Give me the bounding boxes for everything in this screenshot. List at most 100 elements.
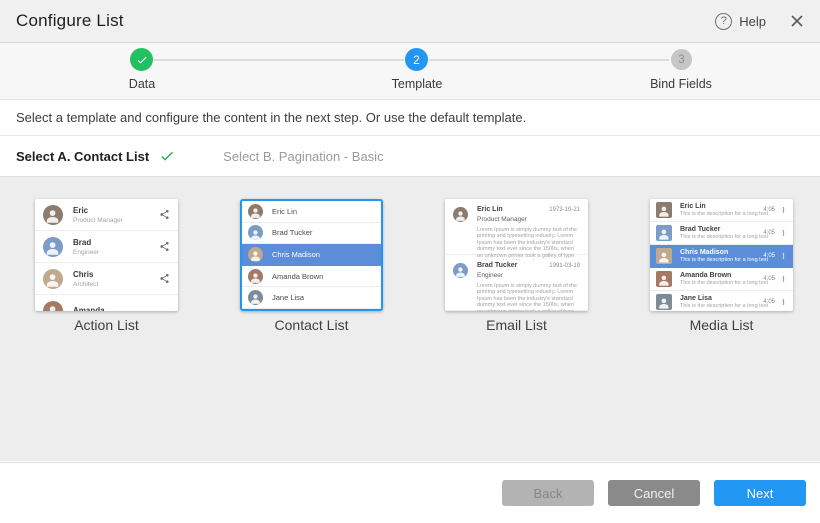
list-item: Chris Architect [35, 263, 178, 295]
contact-name: Brad [73, 238, 99, 247]
media-description: This is the description for a long text [680, 280, 763, 286]
contact-role: Product Manager [73, 217, 123, 224]
list-item: Brad Tucker 1991-03-19 Engineer Lorem Ip… [445, 255, 588, 311]
avatar [248, 269, 263, 284]
contact-name: Jane Lisa [680, 295, 763, 302]
cancel-button[interactable]: Cancel [608, 480, 700, 506]
check-icon [136, 54, 148, 66]
avatar [43, 301, 63, 312]
media-time: 4:05 [763, 230, 775, 236]
next-button[interactable]: Next [714, 480, 806, 506]
avatar [656, 294, 672, 310]
kebab-menu-icon [780, 274, 787, 284]
help-icon[interactable]: ? [715, 13, 732, 30]
contact-name: Brad Tucker [477, 262, 517, 269]
contact-name: Brad Tucker [680, 226, 763, 233]
list-item-selected: Chris Madison [242, 244, 381, 266]
titlebar: Configure List ? Help [0, 0, 820, 43]
contact-name: Eric Lin [272, 207, 297, 216]
step-template-circle[interactable]: 2 [405, 48, 428, 71]
template-card-media-list[interactable]: Eric LinThis is the description for a lo… [650, 199, 793, 333]
avatar [43, 237, 63, 257]
list-item: Eric Product Manager [35, 199, 178, 231]
contact-role: Engineer [73, 249, 99, 256]
step-template-label[interactable]: Template [392, 77, 443, 91]
back-button[interactable]: Back [502, 480, 594, 506]
action-list-preview: Eric Product Manager Brad Engineer Chris Ar… [35, 199, 178, 311]
avatar [248, 247, 263, 262]
step-bind-fields-circle[interactable]: 3 [671, 49, 692, 70]
template-card-email-list[interactable]: Eric Lin 1973-10-21 Product Manager Lore… [445, 199, 588, 333]
contact-name: Eric Lin [477, 206, 503, 213]
list-item: Jane LisaThis is the description for a l… [650, 291, 793, 311]
list-item: Amanda Brown [242, 266, 381, 288]
stepper-connector [154, 59, 404, 61]
titlebar-actions: ? Help [715, 13, 804, 30]
select-a-tab[interactable]: Select A. Contact List [16, 149, 149, 164]
email-list-preview: Eric Lin 1973-10-21 Product Manager Lore… [445, 199, 588, 311]
list-item: Eric Lin 1973-10-21 Product Manager Lore… [445, 199, 588, 255]
contact-role: Product Manager [477, 216, 580, 223]
media-description: This is the description for a long text [680, 257, 763, 263]
template-label: Media List [650, 317, 793, 333]
step-bind-fields-label[interactable]: Bind Fields [650, 77, 712, 91]
template-card-action-list[interactable]: Eric Product Manager Brad Engineer Chris Ar… [35, 199, 178, 333]
avatar [43, 205, 63, 225]
email-date: 1973-10-21 [549, 207, 580, 213]
instruction-text: Select a template and configure the cont… [0, 100, 820, 136]
template-label: Action List [35, 317, 178, 333]
media-time: 4:05 [763, 207, 775, 213]
close-icon[interactable] [790, 14, 804, 28]
contact-name: Chris Madison [272, 250, 320, 259]
selection-row: Select A. Contact List Select B. Paginat… [0, 136, 820, 177]
avatar [453, 263, 468, 278]
page-title: Configure List [16, 11, 124, 31]
avatar [656, 225, 672, 241]
list-item: Amanda BrownThis is the description for … [650, 268, 793, 291]
list-item: Amanda [35, 295, 178, 311]
contact-role: Engineer [477, 272, 580, 279]
media-time: 4:05 [763, 253, 775, 259]
avatar [248, 204, 263, 219]
help-button[interactable]: Help [739, 14, 766, 29]
contact-name: Eric [73, 206, 123, 215]
share-icon [159, 273, 170, 284]
media-time: 4:05 [763, 299, 775, 305]
avatar [248, 290, 263, 305]
share-icon [159, 241, 170, 252]
list-item-selected: Chris MadisonThis is the description for… [650, 245, 793, 268]
contact-name: Brad Tucker [272, 228, 312, 237]
kebab-menu-icon [780, 228, 787, 238]
email-body: Lorem Ipsum is simply dummy text of the … [477, 227, 580, 260]
contact-role: Architect [73, 281, 98, 288]
footer: Back Cancel Next [0, 462, 820, 523]
template-gallery: Eric Product Manager Brad Engineer Chris Ar… [0, 177, 820, 461]
media-time: 4:05 [763, 276, 775, 282]
configure-list-dialog: Configure List ? Help Data 2 Template 3 … [0, 0, 820, 523]
media-description: This is the description for a long text [680, 211, 763, 217]
list-item: Eric Lin [242, 201, 381, 223]
list-item: Brad TuckerThis is the description for a… [650, 222, 793, 245]
avatar [248, 225, 263, 240]
kebab-menu-icon [780, 297, 787, 307]
check-icon [159, 148, 175, 164]
share-icon [159, 209, 170, 220]
contact-name: Amanda [73, 306, 105, 311]
kebab-menu-icon [780, 251, 787, 261]
media-description: This is the description for a long text [680, 234, 763, 240]
step-data-circle[interactable] [130, 48, 153, 71]
avatar [656, 202, 672, 218]
avatar [656, 248, 672, 264]
select-b-tab[interactable]: Select B. Pagination - Basic [223, 149, 383, 164]
media-description: This is the description for a long text [680, 303, 763, 309]
avatar [453, 207, 468, 222]
template-label: Email List [445, 317, 588, 333]
contact-name: Amanda Brown [680, 272, 763, 279]
kebab-menu-icon [780, 205, 787, 215]
step-data-label[interactable]: Data [129, 77, 155, 91]
contact-name: Chris [73, 270, 98, 279]
contact-name: Chris Madison [680, 249, 763, 256]
template-card-contact-list[interactable]: Eric Lin Brad Tucker Chris Madison Amand… [240, 199, 383, 333]
stepper-connector [429, 59, 669, 61]
contact-name: Amanda Brown [272, 272, 323, 281]
